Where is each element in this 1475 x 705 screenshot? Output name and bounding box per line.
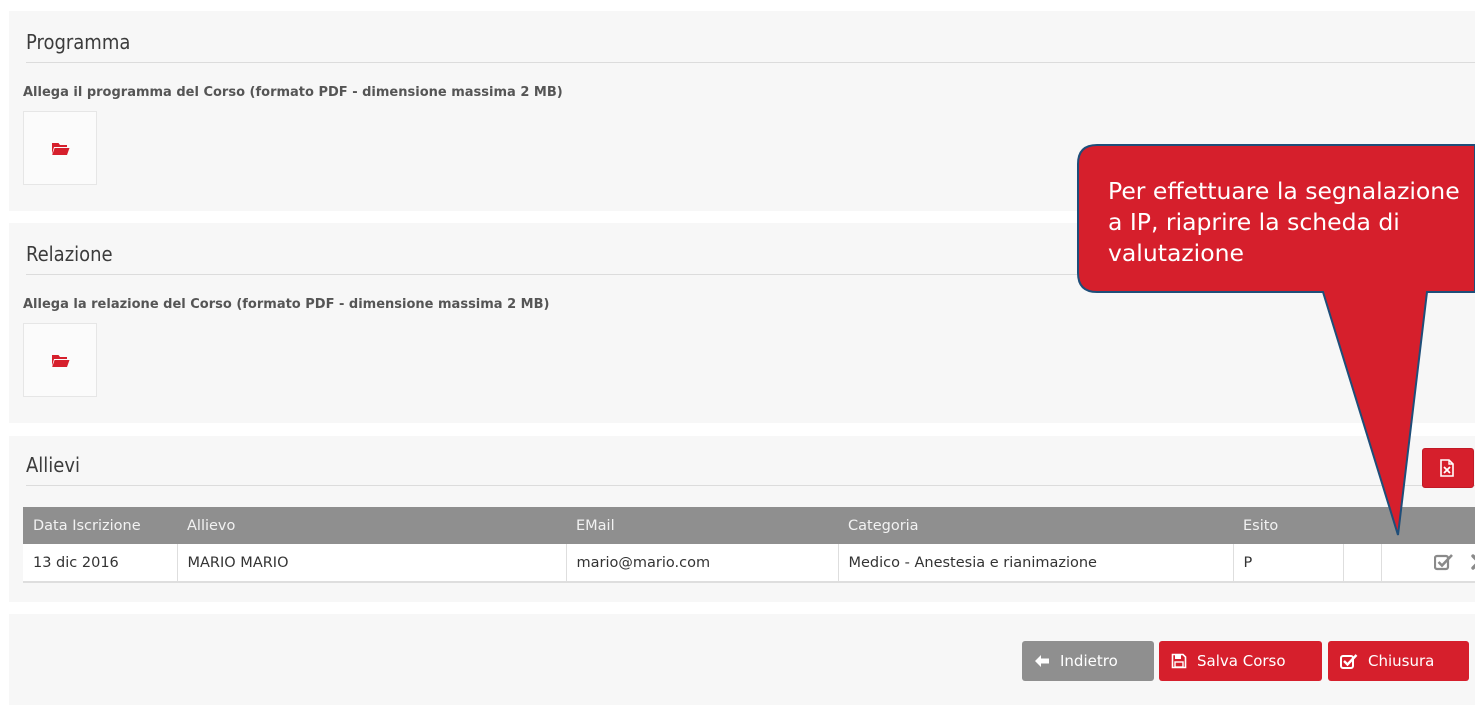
save-course-button[interactable]: Salva Corso xyxy=(1159,641,1322,681)
footer-actions-panel: Indietro Salva Corso Chiusura xyxy=(9,614,1475,705)
folder-open-icon xyxy=(52,355,70,367)
folder-open-icon xyxy=(52,143,70,155)
relazione-title: Relazione xyxy=(26,242,113,266)
column-header-email: EMail xyxy=(566,507,838,544)
callout-text: Per effettuare la segnalazione a IP, ria… xyxy=(1108,177,1460,267)
column-header-allievo: Allievo xyxy=(177,507,566,544)
floppy-disk-icon xyxy=(1171,653,1187,669)
chiusura-label: Chiusura xyxy=(1368,652,1435,670)
programma-upload-button[interactable] xyxy=(23,111,97,185)
cell-email: mario@mario.com xyxy=(566,544,839,583)
back-label: Indietro xyxy=(1060,652,1118,670)
programma-caption: Allega il programma del Corso (formato P… xyxy=(23,85,563,100)
chiusura-button[interactable]: Chiusura xyxy=(1328,641,1469,681)
save-course-label: Salva Corso xyxy=(1197,652,1286,670)
cell-data: 13 dic 2016 xyxy=(23,544,178,583)
column-header-data: Data Iscrizione xyxy=(23,507,177,544)
relazione-upload-button[interactable] xyxy=(23,323,97,397)
allievi-title: Allievi xyxy=(26,453,81,477)
arrow-left-icon xyxy=(1035,655,1049,667)
programma-title: Programma xyxy=(26,30,131,54)
programma-heading: Programma xyxy=(26,30,1475,63)
cell-allievo: MARIO MARIO xyxy=(177,544,567,583)
back-button[interactable]: Indietro xyxy=(1022,641,1154,681)
relazione-caption: Allega la relazione del Corso (formato P… xyxy=(23,297,550,312)
check-square-icon xyxy=(1340,654,1358,669)
